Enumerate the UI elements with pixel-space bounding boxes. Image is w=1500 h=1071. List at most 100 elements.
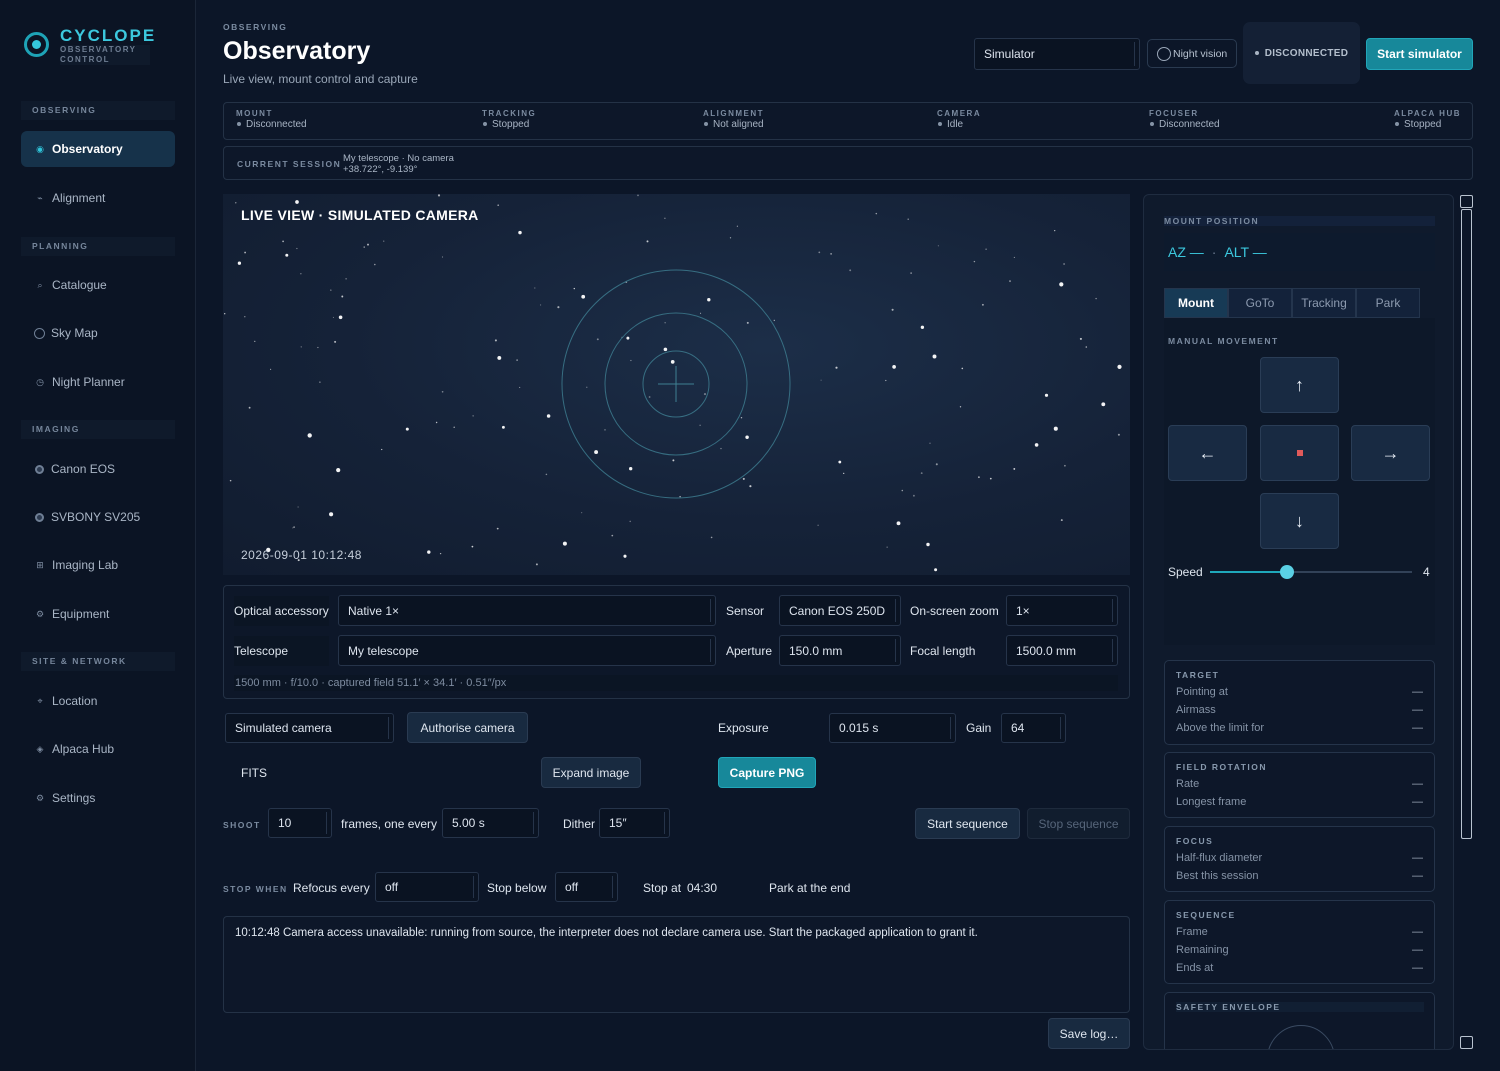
sequence-row: Ends at —	[1176, 962, 1423, 974]
interval-input[interactable]: 5.00 s	[442, 808, 539, 838]
sidebar-item-label: Observatory	[52, 142, 123, 156]
stop-when-label: STOP WHEN	[223, 884, 288, 894]
scrollbar-bottom-button[interactable]	[1460, 1036, 1473, 1049]
catalogue-icon: ⌕	[37, 279, 43, 290]
dither-label: Dither	[563, 817, 596, 831]
status-dot-icon	[1254, 51, 1259, 55]
live-view-timestamp: 2026-09-01 10:12:48	[241, 548, 362, 562]
mount-position-title: MOUNT POSITION	[1164, 216, 1435, 226]
sidebar-item-label: Imaging Lab	[52, 558, 119, 572]
capture-png-button[interactable]: Capture PNG	[718, 757, 816, 788]
stop-at-label: Stop at	[643, 881, 682, 895]
speed-slider[interactable]	[1210, 565, 1412, 579]
speed-slider-thumb[interactable]	[1279, 565, 1294, 579]
live-view[interactable]: LIVE VIEW · SIMULATED CAMERA 2026-09-01 …	[223, 194, 1130, 575]
sequence-card: SEQUENCE Frame — Remaining — Ends at —	[1164, 900, 1435, 984]
start-simulator-button[interactable]: Start simulator	[1366, 38, 1473, 70]
jog-stop-button[interactable]	[1260, 425, 1339, 481]
sidebar-item-svbony[interactable]: SVBONY SV205	[21, 499, 175, 535]
scrollbar-top-button[interactable]	[1460, 195, 1473, 208]
focal-length-label: Focal length	[910, 644, 976, 658]
clock-icon: ◷	[36, 376, 44, 387]
sidebar-item-alpaca-hub[interactable]: ◈ Alpaca Hub	[21, 731, 175, 767]
rotation-row: Longest frame —	[1176, 796, 1423, 808]
telescope-label: Telescope	[234, 636, 329, 666]
format-option[interactable]: FITS	[241, 758, 267, 788]
sidebar-item-alignment[interactable]: ⌁ Alignment	[21, 180, 175, 216]
stop-at-time[interactable]: 04:30	[687, 873, 717, 903]
sensor-select[interactable]: Canon EOS 250D	[779, 595, 901, 626]
sidebar-item-label: Equipment	[52, 607, 110, 621]
park-at-end-option[interactable]: Park at the end	[769, 873, 850, 903]
driver-select[interactable]: Simulator	[974, 38, 1140, 70]
toggle-icon	[1157, 46, 1171, 61]
stop-sequence-button[interactable]: Stop sequence	[1027, 808, 1130, 839]
session-info: My telescope · No camera +38.722°, -9.13…	[343, 153, 454, 175]
status-strip	[223, 102, 1473, 140]
target-card-title: TARGET	[1176, 670, 1220, 680]
jog-down-button[interactable]: ↓	[1260, 493, 1339, 549]
refocus-label: Refocus every	[293, 881, 370, 895]
sidebar-item-catalogue[interactable]: ⌕ Catalogue	[21, 267, 175, 303]
jog-left-button[interactable]: ←	[1168, 425, 1247, 481]
authorise-camera-button[interactable]: Authorise camera	[407, 712, 528, 743]
sidebar-item-location[interactable]: ⌖ Location	[21, 683, 175, 719]
status-camera: CAMERA Idle	[937, 109, 982, 130]
sidebar-item-label: Alpaca Hub	[52, 742, 115, 756]
log-entry: 10:12:48 Camera access unavailable: runn…	[235, 927, 978, 939]
start-sequence-button[interactable]: Start sequence	[915, 808, 1020, 839]
expand-image-button[interactable]: Expand image	[541, 757, 641, 788]
aperture-input[interactable]: 150.0 mm	[779, 635, 901, 666]
tab-goto[interactable]: GoTo	[1228, 288, 1292, 318]
zoom-select[interactable]: 1×	[1006, 595, 1118, 626]
sidebar-item-equipment[interactable]: ⚙ Equipment	[21, 596, 175, 632]
dither-input[interactable]: 15″	[599, 808, 670, 838]
sensor-label: Sensor	[726, 604, 765, 618]
status-tracking: TRACKING Stopped	[482, 109, 537, 130]
save-log-button[interactable]: Save log…	[1048, 1018, 1130, 1049]
safety-envelope-card: SAFETY ENVELOPE	[1164, 992, 1435, 1049]
camera-select[interactable]: Simulated camera	[225, 713, 394, 743]
tab-park[interactable]: Park	[1356, 288, 1420, 318]
focus-card-title: FOCUS	[1176, 836, 1214, 846]
app-window: CYCLOPE OBSERVATORY CONTROL OBSERVING ◉ O…	[0, 0, 1500, 1071]
sidebar-item-observatory[interactable]: ◉ Observatory	[21, 131, 175, 167]
gain-label: Gain	[966, 721, 992, 735]
exposure-input[interactable]: 0.015 s	[829, 713, 956, 743]
jog-right-button[interactable]: →	[1351, 425, 1430, 481]
sidebar-item-label: Night Planner	[52, 375, 125, 389]
jog-up-button[interactable]: ↑	[1260, 357, 1339, 413]
brand-subtitle: OBSERVATORY CONTROL	[60, 45, 150, 65]
scrollbar-thumb[interactable]	[1461, 209, 1472, 839]
tab-mount[interactable]: Mount	[1164, 288, 1228, 318]
tab-tracking[interactable]: Tracking	[1292, 288, 1356, 318]
frame-count-input[interactable]: 10	[268, 808, 332, 838]
sidebar-item-canon-eos[interactable]: Canon EOS	[21, 451, 175, 487]
refocus-select[interactable]: off	[375, 872, 479, 902]
gain-input[interactable]: 64	[1001, 713, 1066, 743]
sidebar-item-night-planner[interactable]: ◷ Night Planner	[21, 364, 175, 400]
sidebar-item-imaging-lab[interactable]: ⊞ Imaging Lab	[21, 547, 175, 583]
sidebar-item-sky-map[interactable]: Sky Map	[21, 315, 175, 351]
sidebar-item-label: Canon EOS	[51, 462, 116, 476]
sidebar-item-settings[interactable]: ⚙ Settings	[21, 780, 175, 816]
night-vision-toggle[interactable]: Night vision	[1147, 39, 1237, 68]
focal-length-input[interactable]: 1500.0 mm	[1006, 635, 1118, 666]
field-rotation-card: FIELD ROTATION Rate — Longest frame —	[1164, 752, 1435, 818]
dash-icon: ⌁	[37, 192, 43, 203]
speed-value: 4	[1423, 565, 1430, 579]
aperture-label: Aperture	[726, 644, 773, 658]
arrow-up-icon: ↑	[1295, 374, 1304, 395]
page-eyebrow: OBSERVING	[223, 22, 288, 32]
sidebar-item-label: SVBONY SV205	[51, 510, 141, 524]
shoot-label: SHOOT	[223, 820, 261, 830]
session-label: CURRENT SESSION	[237, 159, 342, 169]
nav-section-imaging: IMAGING	[21, 420, 175, 439]
target-card: TARGET Pointing at — Airmass — Above the l…	[1164, 660, 1435, 745]
optical-accessory-select[interactable]: Native 1×	[338, 595, 716, 626]
stop-below-select[interactable]: off	[555, 872, 618, 902]
sequence-card-title: SEQUENCE	[1176, 910, 1236, 920]
focus-row: Best this session —	[1176, 870, 1423, 882]
telescope-select[interactable]: My telescope	[338, 635, 716, 666]
page-subtitle: Live view, mount control and capture	[223, 72, 418, 86]
